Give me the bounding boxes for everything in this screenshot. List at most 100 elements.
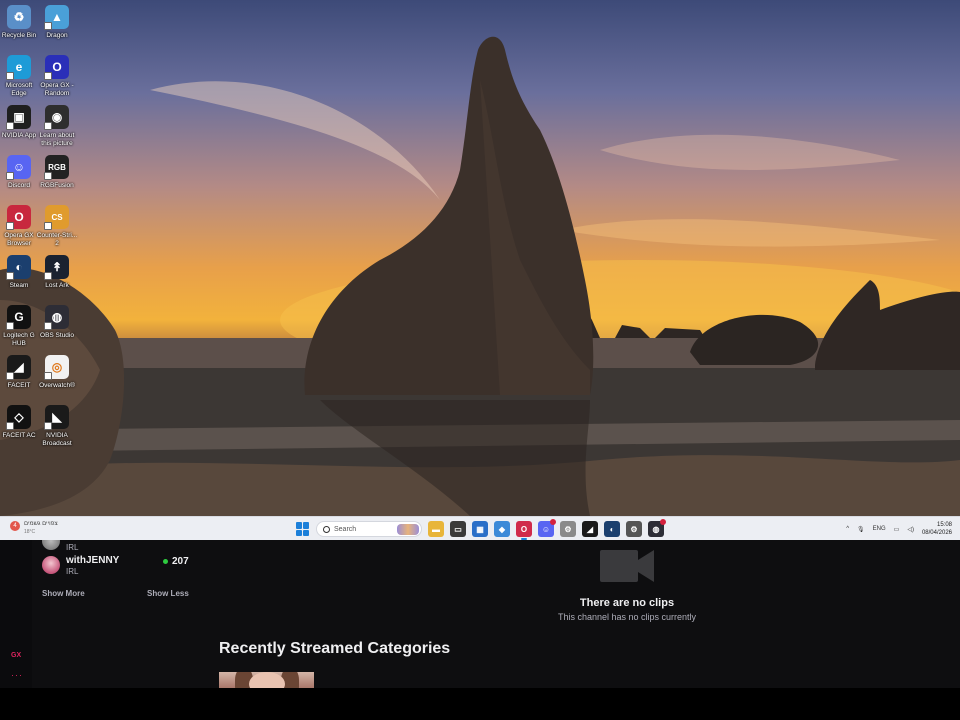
clock-time: 15:08 xyxy=(936,522,952,528)
shortcut-arrow-icon xyxy=(44,172,52,180)
desktop-shortcut-label: Opera GX Browser xyxy=(4,232,34,247)
taskbar-center: Search ▬ ▭ ▦ ◆ O ☺ ⚙ ◢ ◐ ⚙ ◍ xyxy=(296,519,666,540)
shortcut-arrow-icon xyxy=(44,72,52,80)
faceit-taskbar-icon[interactable]: ◢ xyxy=(582,521,598,537)
file-explorer-icon[interactable]: ▬ xyxy=(428,521,444,537)
shortcut-arrow-icon xyxy=(6,122,14,130)
gx-logo[interactable]: GX xyxy=(11,652,21,659)
counter-strike-icon: CS xyxy=(44,205,69,230)
network-icon[interactable]: ▭ xyxy=(894,526,900,533)
weather-widget[interactable]: 4 צפויים גשמים 18°C xyxy=(8,520,88,538)
desktop-shortcut-label: Learn about this picture xyxy=(39,132,75,147)
shortcut-arrow-icon xyxy=(6,422,14,430)
rgbfusion-icon: RGB xyxy=(44,155,69,180)
microphone-icon[interactable]: 🎙 xyxy=(857,526,865,533)
shortcut-arrow-icon xyxy=(44,222,52,230)
channel-name: withJENNY xyxy=(66,555,120,566)
faceit-ac-icon: ◇ xyxy=(6,405,31,430)
desktop-shortcut-label: FACEIT xyxy=(7,382,31,389)
desktop-shortcut-label: Recycle Bin xyxy=(1,32,37,39)
windows-logo-icon xyxy=(303,522,309,529)
opera-gx-taskbar-icon[interactable]: O xyxy=(516,521,532,540)
channel-category: IRL xyxy=(66,543,79,552)
desktop-shortcut[interactable]: ▲ Dragon xyxy=(35,5,79,40)
desktop-shortcut-label: Overwatch® xyxy=(39,382,75,389)
channel-avatar xyxy=(42,540,60,550)
volume-icon[interactable]: ◁) xyxy=(907,526,914,533)
taskbar-clock[interactable]: 15:08 08/04/2026 xyxy=(922,521,952,537)
shortcut-arrow-icon xyxy=(44,322,52,330)
wallpaper-image xyxy=(0,36,960,516)
steam-icon: ◐ xyxy=(6,255,31,280)
start-button[interactable] xyxy=(296,522,310,536)
thumbnail-face xyxy=(249,672,285,688)
shortcut-arrow-icon xyxy=(6,372,14,380)
desktop-shortcut[interactable]: ◉ Learn about this picture xyxy=(35,105,79,147)
windows-logo-icon xyxy=(296,529,302,536)
desktop-shortcut[interactable]: ◣ NVIDIA Broadcast xyxy=(35,405,79,447)
edge-icon: e xyxy=(6,55,31,80)
clock-date: 08/04/2026 xyxy=(921,530,952,536)
chevron-up-icon[interactable]: ^ xyxy=(846,526,849,532)
logitech-taskbar-icon[interactable]: ⚙ xyxy=(626,521,642,537)
windows-logo-icon xyxy=(303,529,309,536)
shortcut-arrow-icon xyxy=(44,122,52,130)
recently-streamed-categories-heading: Recently Streamed Categories xyxy=(219,640,451,657)
recycle-bin-icon: ♻ xyxy=(7,5,31,29)
desktop-shortcut-label: Dragon xyxy=(46,32,68,39)
desktop-shortcut[interactable]: O Opera GX - Random xyxy=(35,55,79,97)
viewer-count: 207 xyxy=(163,556,189,567)
steam-taskbar-icon[interactable]: ◐ xyxy=(604,521,620,537)
learn-picture-icon: ◉ xyxy=(44,105,69,130)
nvidia-icon: ▣ xyxy=(6,105,31,130)
desktop-shortcut[interactable]: ◍ OBS Studio xyxy=(35,305,79,340)
ms-store-icon[interactable]: ▦ xyxy=(472,521,488,537)
notification-badge xyxy=(550,519,556,525)
discord-taskbar-icon[interactable]: ☺ xyxy=(538,519,556,537)
desktop-shortcut-label: Lost Ark xyxy=(45,282,69,289)
desktop-shortcut-label: RGBFusion xyxy=(40,182,74,189)
desktop-shortcut-label: Logitech G HUB xyxy=(3,332,35,347)
discord-icon: ☺ xyxy=(6,155,31,180)
settings-icon[interactable]: ⚙ xyxy=(560,521,576,537)
channel-row[interactable]: withJENNY IRL 207 xyxy=(42,555,189,576)
opera-gx-icon: O xyxy=(44,55,69,80)
obs-taskbar-icon[interactable]: ◍ xyxy=(648,519,666,537)
desktop-shortcut-label: Discord xyxy=(7,182,31,189)
desktop-shortcut-label: Microsoft Edge xyxy=(5,82,33,97)
weather-alert-icon: 4 xyxy=(10,521,20,531)
notification-badge xyxy=(660,519,666,525)
desktop-shortcut[interactable]: ↟ Lost Ark xyxy=(35,255,79,290)
overwatch-icon: ◎ xyxy=(44,355,69,380)
desktop-shortcut-label: Opera GX - Random xyxy=(40,82,74,97)
weather-temperature: 18°C xyxy=(24,529,36,535)
live-dot-icon xyxy=(163,559,168,564)
system-tray: ^ 🎙 ENG ▭ ◁) 15:08 08/04/2026 xyxy=(846,520,952,538)
logitech-ghub-icon: G xyxy=(6,305,31,330)
show-more-button[interactable]: Show More xyxy=(42,589,85,598)
desktop-shortcut[interactable]: RGB RGBFusion xyxy=(35,155,79,190)
language-indicator[interactable]: ENG xyxy=(873,526,886,532)
task-view-icon[interactable]: ▭ xyxy=(450,521,466,537)
desktop-shortcut[interactable]: ◎ Overwatch® xyxy=(35,355,79,390)
browser-page: GX ··· IRL withJENNY IRL 207 Show More S… xyxy=(0,540,960,688)
shortcut-arrow-icon xyxy=(6,222,14,230)
windows-logo-icon xyxy=(296,522,302,529)
channel-avatar xyxy=(42,556,60,574)
shortcut-arrow-icon xyxy=(44,22,52,30)
show-less-button[interactable]: Show Less xyxy=(147,589,189,598)
category-thumbnail[interactable] xyxy=(219,672,314,688)
obs-studio-icon: ◍ xyxy=(44,305,69,330)
desktop-shortcut-label: NVIDIA App xyxy=(1,132,37,139)
channel-category: IRL xyxy=(66,567,79,576)
desktop-shortcut-label: Counter-Stri... 2 xyxy=(36,232,78,247)
shortcut-arrow-icon xyxy=(6,272,14,280)
copilot-icon[interactable]: ◆ xyxy=(494,521,510,537)
desktop-wallpaper: ♻ Recycle Bin ▲ Dragon e Microsoft Edge O Opera… xyxy=(0,0,960,516)
desktop-shortcut-label: OBS Studio xyxy=(40,332,74,339)
video-camera-icon xyxy=(600,550,654,582)
channel-row-previous[interactable]: IRL xyxy=(42,540,78,552)
taskbar-search-box[interactable]: Search xyxy=(316,521,422,537)
more-options-icon[interactable]: ··· xyxy=(11,670,23,680)
desktop-shortcut[interactable]: CS Counter-Stri... 2 xyxy=(35,205,79,247)
